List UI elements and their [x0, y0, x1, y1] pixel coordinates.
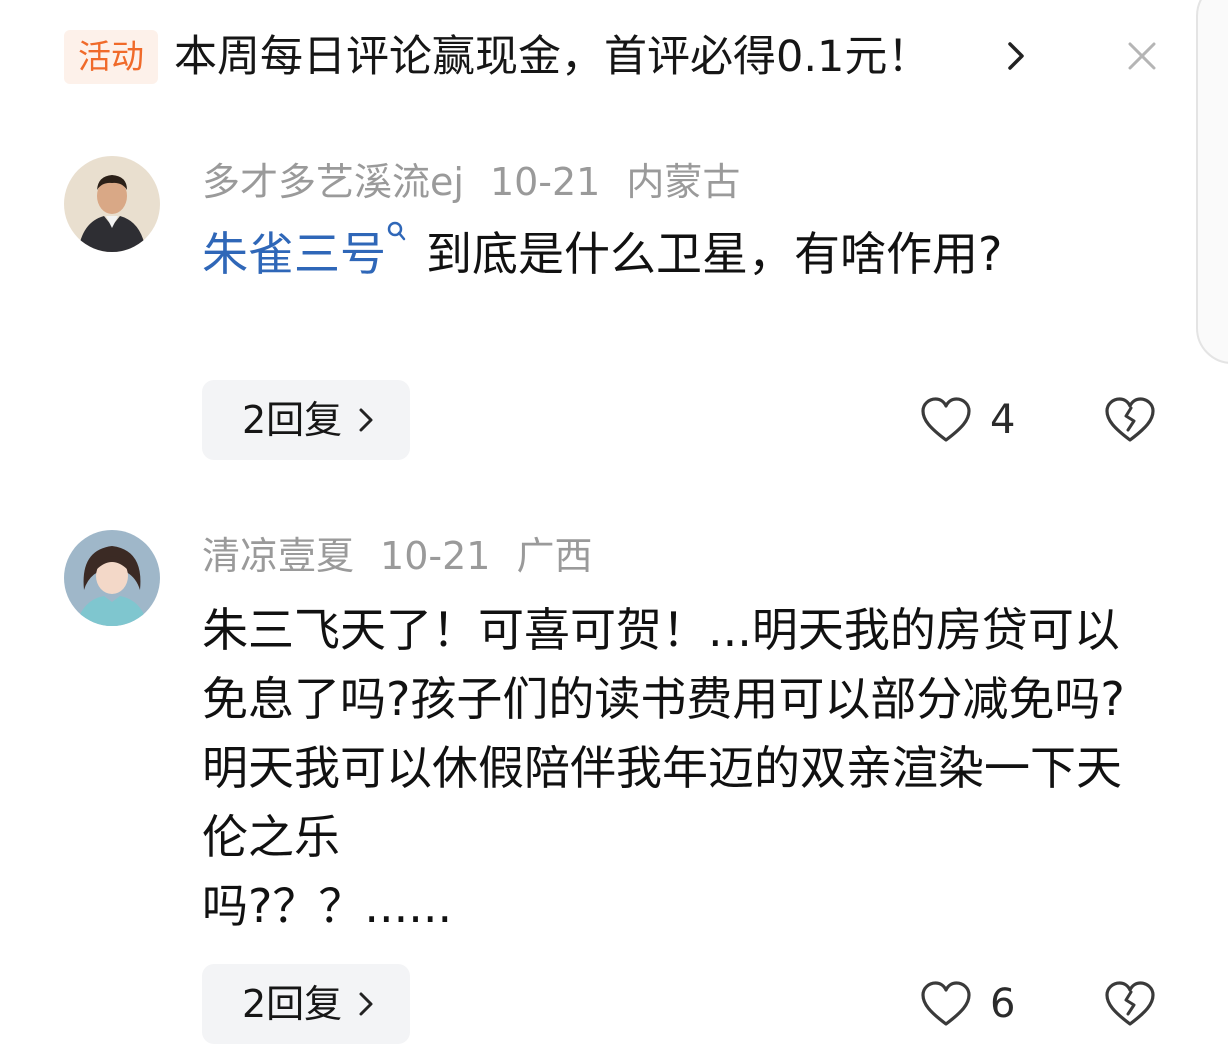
comment-location: 内蒙古	[626, 160, 741, 204]
reply-button[interactable]: 2回复	[202, 380, 410, 460]
chevron-right-icon	[359, 408, 373, 432]
comment-location: 广西	[516, 534, 593, 578]
heart-icon[interactable]	[920, 396, 972, 444]
comment-text: 朱三飞天了！可喜可贺！...明天我的房贷可以免息了吗?孩子们的读书费用可以部分减…	[202, 596, 1132, 941]
comment-body-tail: 吗?？？......	[202, 879, 453, 933]
user-avatar-woman	[64, 530, 160, 626]
like-count: 4	[990, 397, 1016, 443]
comment-username[interactable]: 多才多艺溪流ej	[202, 160, 464, 204]
mention-link[interactable]: 朱雀三号	[202, 227, 386, 281]
chevron-right-icon[interactable]	[1002, 38, 1030, 74]
comment-username[interactable]: 清凉壹夏	[202, 534, 354, 578]
activity-banner[interactable]: 活动 本周每日评论赢现金，首评必得0.1元！	[64, 24, 1174, 94]
user-avatar-man	[64, 156, 160, 252]
avatar[interactable]	[64, 530, 160, 626]
comment-meta: 清凉壹夏 10-21 广西	[202, 532, 618, 580]
avatar[interactable]	[64, 156, 160, 252]
activity-tag: 活动	[64, 30, 158, 84]
reply-label: 2回复	[242, 398, 343, 442]
broken-heart-icon[interactable]	[1104, 980, 1156, 1028]
activity-text[interactable]: 本周每日评论赢现金，首评必得0.1元！	[174, 30, 930, 84]
chevron-right-icon	[359, 992, 373, 1016]
close-icon[interactable]	[1124, 38, 1160, 74]
broken-heart-icon[interactable]	[1104, 396, 1156, 444]
reply-label: 2回复	[242, 982, 343, 1026]
comment-meta: 多才多艺溪流ej 10-21 内蒙古	[202, 158, 766, 206]
side-scroll-panel	[1196, 0, 1228, 364]
like-count: 6	[990, 981, 1016, 1027]
search-icon[interactable]	[386, 220, 408, 250]
comment-text: 朱雀三号 到底是什么卫星，有啥作用?	[202, 220, 1132, 289]
comment-date: 10-21	[380, 534, 491, 578]
comment-date: 10-21	[489, 160, 601, 204]
heart-icon[interactable]	[920, 980, 972, 1028]
reply-button[interactable]: 2回复	[202, 964, 410, 1044]
comment-body: 朱三飞天了！可喜可贺！...明天我的房贷可以免息了吗?孩子们的读书费用可以部分减…	[202, 603, 1125, 864]
comment-body: 到底是什么卫星，有啥作用?	[426, 227, 1003, 281]
